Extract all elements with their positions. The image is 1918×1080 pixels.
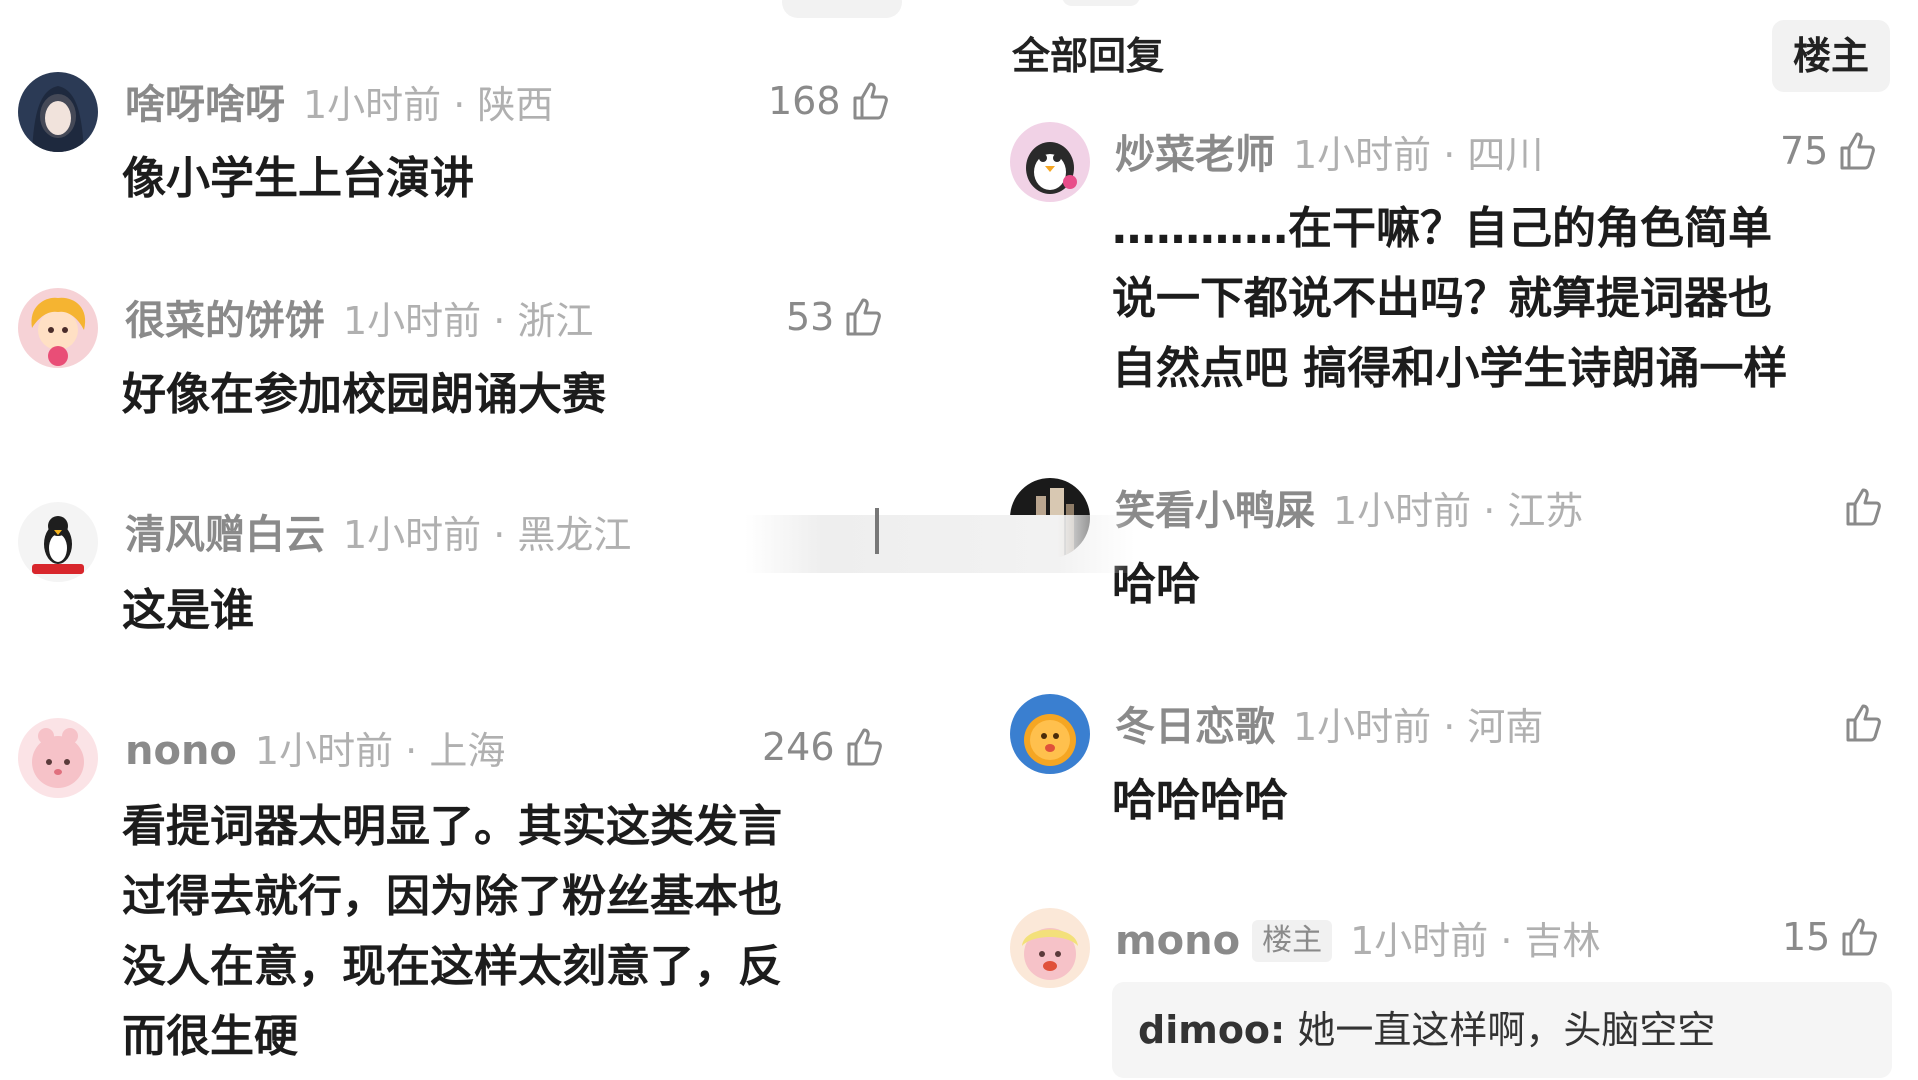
- like-button[interactable]: 246: [762, 722, 887, 772]
- thumbs-up-icon: [847, 78, 893, 124]
- like-button[interactable]: [1840, 482, 1886, 532]
- time-location: 1小时前 · 陕西: [303, 83, 554, 127]
- op-only-filter-button[interactable]: 楼主: [1772, 20, 1890, 92]
- comment-line: 自然点吧 搞得和小学生诗朗诵一样: [1112, 343, 1788, 394]
- nested-reply[interactable]: dimoo: 她一直这样啊，头脑空空: [1112, 982, 1892, 1078]
- blurred-seam: [745, 515, 1135, 573]
- comment-text: …………在干嘛？自己的角色简单 说一下都说不出吗？就算提词器也 自然点吧 搞得和…: [1112, 194, 1787, 404]
- username[interactable]: 清风赠白云: [125, 512, 325, 558]
- blurred-seam-mark: [875, 508, 879, 554]
- avatar[interactable]: [18, 72, 98, 152]
- thumbs-up-icon: [1840, 700, 1886, 746]
- avatar[interactable]: [18, 502, 98, 582]
- comment-meta: nono 1小时前 · 上海: [125, 726, 505, 776]
- username[interactable]: 冬日恋歌: [1115, 704, 1275, 750]
- thumbs-up-icon: [1836, 914, 1882, 960]
- like-count: 53: [786, 295, 835, 339]
- like-button[interactable]: 168: [768, 76, 893, 126]
- comment-meta: mono 楼主 1小时前 · 吉林: [1115, 916, 1601, 966]
- comment-line: 这是谁: [122, 585, 254, 636]
- time-location: 1小时前 · 河南: [1293, 705, 1544, 749]
- thumbs-up-icon: [1834, 128, 1880, 174]
- time-location: 1小时前 · 吉林: [1350, 919, 1601, 963]
- like-count: 168: [768, 79, 841, 123]
- like-button[interactable]: 75: [1780, 126, 1880, 176]
- comment-line: 好像在参加校园朗诵大赛: [122, 369, 606, 420]
- like-count: 15: [1782, 915, 1831, 959]
- reply-author[interactable]: dimoo:: [1138, 1008, 1285, 1052]
- like-button[interactable]: 53: [786, 292, 886, 342]
- comment-text: 像小学生上台演讲: [122, 144, 474, 214]
- comment-line: 说一下都说不出吗？就算提词器也: [1112, 273, 1772, 324]
- avatar[interactable]: [1010, 908, 1090, 988]
- comment-text: 好像在参加校园朗诵大赛: [122, 360, 606, 430]
- thumbs-up-icon: [840, 294, 886, 340]
- avatar[interactable]: [1010, 122, 1090, 202]
- username[interactable]: 炒菜老师: [1115, 132, 1275, 178]
- comment-meta: 清风赠白云 1小时前 · 黑龙江: [125, 510, 631, 560]
- time-location: 1小时前 · 江苏: [1333, 489, 1584, 533]
- like-button[interactable]: 15: [1782, 912, 1882, 962]
- comment-text: 哈哈哈哈: [1112, 766, 1288, 836]
- avatar[interactable]: [18, 718, 98, 798]
- avatar[interactable]: [18, 288, 98, 368]
- top-tab-partial[interactable]: [782, 0, 902, 18]
- comment-meta: 笑看小鸭屎 1小时前 · 江苏: [1115, 486, 1583, 536]
- comment-line: 哈哈哈哈: [1112, 775, 1288, 826]
- comment-meta: 啥呀啥呀 1小时前 · 陕西: [125, 80, 553, 130]
- comment-line: 像小学生上台演讲: [122, 153, 474, 204]
- comment-line: 而很生硬: [122, 1011, 298, 1062]
- comment-line: …………在干嘛？自己的角色简单: [1112, 203, 1772, 254]
- top-tab-partial-right[interactable]: [1062, 0, 1140, 6]
- username[interactable]: 笑看小鸭屎: [1115, 488, 1315, 534]
- comment-text: 看提词器太明显了。其实这类发言 过得去就行，因为除了粉丝基本也 没人在意，现在这…: [122, 792, 782, 1072]
- time-location: 1小时前 · 四川: [1293, 133, 1544, 177]
- like-count: 246: [762, 725, 835, 769]
- username[interactable]: 啥呀啥呀: [125, 82, 285, 128]
- time-location: 1小时前 · 浙江: [343, 299, 594, 343]
- like-count: 75: [1780, 129, 1829, 173]
- comment-meta: 炒菜老师 1小时前 · 四川: [1115, 130, 1543, 180]
- comment-meta: 很菜的饼饼 1小时前 · 浙江: [125, 296, 593, 346]
- like-button[interactable]: [1840, 698, 1886, 748]
- time-location: 1小时前 · 黑龙江: [343, 513, 632, 557]
- time-location: 1小时前 · 上海: [254, 729, 506, 773]
- comment-line: 过得去就行，因为除了粉丝基本也: [122, 871, 782, 922]
- all-replies-title: 全部回复: [1012, 34, 1165, 78]
- thumbs-up-icon: [1840, 484, 1886, 530]
- comment-line: 看提词器太明显了。其实这类发言: [122, 801, 782, 852]
- username[interactable]: 很菜的饼饼: [125, 298, 325, 344]
- comment-line: 没人在意，现在这样太刻意了，反: [122, 941, 782, 992]
- username[interactable]: mono: [1115, 918, 1240, 964]
- avatar[interactable]: [1010, 694, 1090, 774]
- username[interactable]: nono: [125, 728, 237, 774]
- op-badge: 楼主: [1252, 920, 1333, 962]
- comment-text: 这是谁: [122, 576, 254, 646]
- reply-text: 她一直这样啊，头脑空空: [1297, 1008, 1716, 1052]
- thumbs-up-icon: [841, 724, 887, 770]
- comment-meta: 冬日恋歌 1小时前 · 河南: [1115, 702, 1543, 752]
